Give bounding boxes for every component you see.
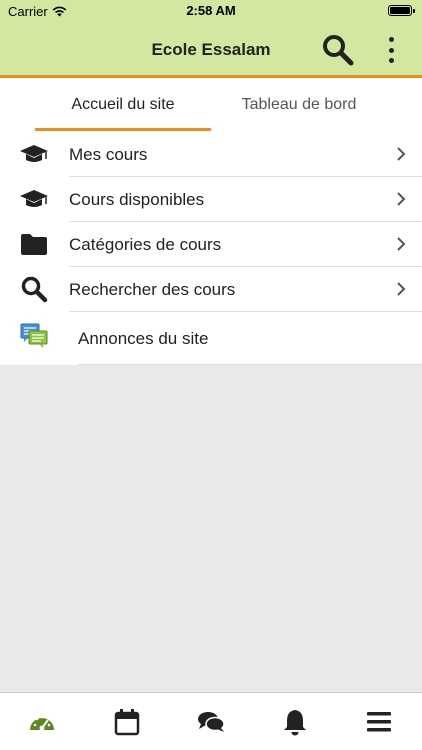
status-time: 2:58 AM <box>186 3 236 18</box>
active-tab-indicator <box>35 128 211 131</box>
tab-bar: Accueil du site Tableau de bord <box>0 78 422 132</box>
chevron-right-icon <box>397 192 406 206</box>
bottom-nav-messages[interactable] <box>196 707 226 737</box>
divider <box>78 364 422 365</box>
bottom-nav-menu[interactable] <box>364 707 394 737</box>
graduation-cap-icon <box>18 185 50 213</box>
page-title: Ecole Essalam <box>151 40 271 59</box>
menu-item-label: Rechercher des cours <box>69 279 236 299</box>
folder-icon <box>18 230 50 258</box>
tab-tableau-de-bord[interactable]: Tableau de bord <box>211 78 387 132</box>
search-icon <box>323 35 354 66</box>
search-button[interactable] <box>321 33 355 67</box>
bottom-nav-notifications[interactable] <box>280 707 310 737</box>
messages-icon <box>198 712 225 732</box>
tab-accueil-du-site[interactable]: Accueil du site <box>35 78 211 132</box>
menu-item-rechercher-des-cours[interactable]: Rechercher des cours <box>0 267 422 312</box>
notifications-bell-icon <box>284 710 306 736</box>
menu-item-cours-disponibles[interactable]: Cours disponibles <box>0 177 422 222</box>
search-icon <box>18 275 50 303</box>
bottom-nav-dashboard[interactable] <box>27 707 57 737</box>
bottom-nav <box>0 692 422 750</box>
dashboard-icon <box>30 715 54 731</box>
navbar: Ecole Essalam <box>0 22 422 76</box>
menu-item-mes-cours[interactable]: Mes cours <box>0 132 422 177</box>
menu-hamburger-icon <box>367 712 391 732</box>
chat-bubbles-icon <box>18 322 50 350</box>
chevron-right-icon <box>397 282 406 296</box>
status-bar: Carrier 2:58 AM <box>0 0 422 22</box>
more-dot-icon <box>388 58 394 63</box>
chevron-right-icon <box>397 147 406 161</box>
menu-item-label: Cours disponibles <box>69 189 205 209</box>
site-menu-list: Mes cours Cours disponibles Catégories d… <box>0 132 422 365</box>
more-options-button[interactable] <box>381 34 401 66</box>
more-dot-icon <box>388 47 394 53</box>
bottom-nav-calendar[interactable] <box>112 707 142 737</box>
menu-item-label: Annonces du site <box>78 328 209 348</box>
chevron-right-icon <box>397 237 406 251</box>
battery-icon <box>388 5 415 16</box>
menu-item-label: Mes cours <box>69 144 148 164</box>
more-dot-icon <box>388 37 394 42</box>
app-header: Carrier 2:58 AM Ecole Essalam <box>0 0 422 78</box>
graduation-cap-icon <box>18 140 50 168</box>
menu-item-label: Catégories de cours <box>69 234 222 254</box>
menu-item-categories-de-cours[interactable]: Catégories de cours <box>0 222 422 267</box>
menu-item-annonces-du-site[interactable]: Annonces du site <box>0 312 422 365</box>
calendar-icon <box>114 709 140 736</box>
